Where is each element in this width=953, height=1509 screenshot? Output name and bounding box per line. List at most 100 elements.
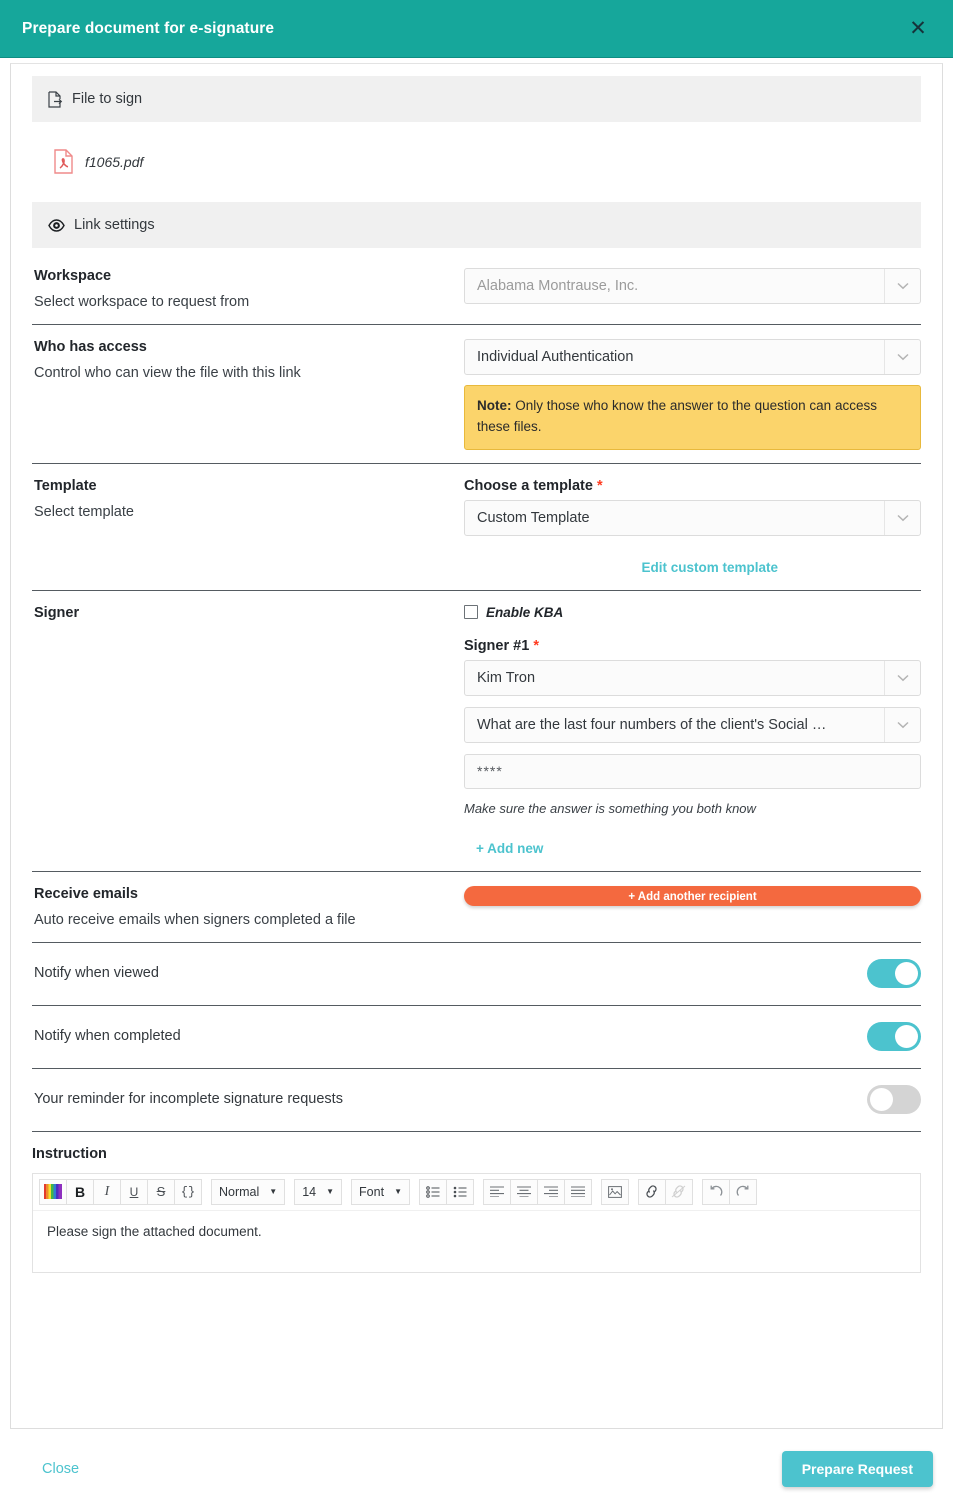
signer-question-value: What are the last four numbers of the cl… [477,717,826,733]
instruction-title: Instruction [32,1146,921,1162]
chevron-down-icon: ▼ [326,1187,334,1196]
workspace-select-value: Alabama Montrause, Inc. [477,278,638,294]
section-file-to-sign: File to sign [32,76,921,122]
font-size-select-value: 14 [302,1185,316,1199]
file-item[interactable]: f1065.pdf [32,122,921,202]
undo-icon[interactable] [702,1179,730,1205]
chevron-down-icon [884,661,920,695]
modal-body: File to sign f1065.pdf [0,58,953,1429]
add-another-recipient-button[interactable]: + Add another recipient [464,886,921,906]
enable-kba-row[interactable]: Enable KBA [464,605,921,620]
signer-label: Signer [34,605,464,622]
edit-custom-template-link[interactable]: Edit custom template [641,560,778,575]
workspace-select[interactable]: Alabama Montrause, Inc. [464,268,921,304]
signer1-label-text: Signer #1 [464,638,529,654]
toolbar-group-format: B I U S {} [39,1179,202,1205]
signer-name-value: Kim Tron [477,670,535,686]
editor-toolbar: B I U S {} Normal ▼ 14 [33,1174,920,1210]
receive-emails-control: + Add another recipient [464,886,921,929]
section-file-to-sign-label: File to sign [72,91,142,107]
chevron-down-icon [884,340,920,374]
unlink-icon[interactable] [665,1179,693,1205]
chevron-down-icon [884,708,920,742]
instruction-block: Instruction B I U S {} [32,1131,921,1273]
row-workspace: Workspace Select workspace to request fr… [32,248,921,324]
image-icon[interactable] [601,1179,629,1205]
eye-icon [48,219,65,232]
edit-template-wrap: Edit custom template [464,559,921,577]
modal-footer: Close Prepare Request [0,1429,953,1509]
toggle-knob [895,1025,918,1048]
instruction-text-area[interactable]: Please sign the attached document. [33,1210,920,1272]
access-text: Who has access Control who can view the … [32,339,464,450]
signer-question-select[interactable]: What are the last four numbers of the cl… [464,707,921,743]
template-select[interactable]: Custom Template [464,500,921,536]
enable-kba-checkbox[interactable] [464,605,478,619]
signer-text: Signer [32,605,464,858]
color-swatch [44,1184,62,1199]
bold-button[interactable]: B [66,1179,94,1205]
workspace-text: Workspace Select workspace to request fr… [32,268,464,311]
toggle-knob [895,962,918,985]
align-left-icon[interactable] [483,1179,511,1205]
ordered-list-icon[interactable] [446,1179,474,1205]
close-icon[interactable]: ✕ [903,14,933,44]
underline-button[interactable]: U [120,1179,148,1205]
toggle-reminder[interactable] [867,1085,921,1114]
access-note: Note: Only those who know the answer to … [464,385,921,450]
close-button[interactable]: Close [42,1461,79,1477]
font-family-select-value: Font [359,1185,384,1199]
redo-icon[interactable] [729,1179,757,1205]
signer-name-select[interactable]: Kim Tron [464,660,921,696]
bullet-list-icon[interactable] [419,1179,447,1205]
template-sub: Select template [34,504,464,521]
toggle-notify-viewed[interactable] [867,959,921,988]
access-control: Individual Authentication Note: Only tho… [464,339,921,450]
add-new-wrap: + Add new [464,840,921,858]
required-asterisk: * [533,638,539,654]
pdf-file-icon [54,149,74,174]
add-new-link[interactable]: + Add new [476,841,543,856]
italic-button[interactable]: I [93,1179,121,1205]
toggle-label-reminder: Your reminder for incomplete signature r… [34,1091,867,1107]
signer-control: Enable KBA Signer #1 * Kim Tron [464,605,921,858]
color-palette-icon[interactable] [39,1179,67,1205]
align-right-icon[interactable] [537,1179,565,1205]
font-family-select[interactable]: Font ▼ [351,1179,410,1205]
modal-title: Prepare document for e-signature [22,20,274,38]
template-text: Template Select template [32,478,464,577]
workspace-label: Workspace [34,268,464,285]
toggle-row-notify-viewed: Notify when viewed [32,942,921,1005]
template-select-value: Custom Template [477,510,590,526]
access-label: Who has access [34,339,464,356]
row-signer: Signer Enable KBA Signer #1 * [32,590,921,871]
toolbar-group-history [702,1179,757,1205]
style-select[interactable]: Normal ▼ [211,1179,285,1205]
access-select-value: Individual Authentication [477,349,633,365]
modal-panel-inner: File to sign f1065.pdf [11,64,942,1428]
font-size-select[interactable]: 14 ▼ [294,1179,342,1205]
choose-template-label: Choose a template * [464,478,921,494]
strikethrough-button[interactable]: S [147,1179,175,1205]
toggle-row-notify-completed: Notify when completed [32,1005,921,1068]
access-note-prefix: Note: [477,398,512,413]
toolbar-group-lists [419,1179,474,1205]
toolbar-group-insert [601,1179,629,1205]
signer-answer-input[interactable]: **** [464,754,921,789]
receive-emails-label: Receive emails [34,886,464,903]
toggle-label-notify-viewed: Notify when viewed [34,965,867,981]
toolbar-group-align [483,1179,592,1205]
instruction-editor: B I U S {} Normal ▼ 14 [32,1173,921,1273]
toggle-notify-completed[interactable] [867,1022,921,1051]
workspace-sub: Select workspace to request from [34,294,464,311]
code-button[interactable]: {} [174,1179,202,1205]
link-icon[interactable] [638,1179,666,1205]
required-asterisk: * [597,478,603,494]
toolbar-group-link [638,1179,693,1205]
align-center-icon[interactable] [510,1179,538,1205]
enable-kba-label: Enable KBA [486,605,563,620]
prepare-request-button[interactable]: Prepare Request [782,1451,933,1487]
align-justify-icon[interactable] [564,1179,592,1205]
access-select[interactable]: Individual Authentication [464,339,921,375]
toggle-row-reminder: Your reminder for incomplete signature r… [32,1068,921,1131]
